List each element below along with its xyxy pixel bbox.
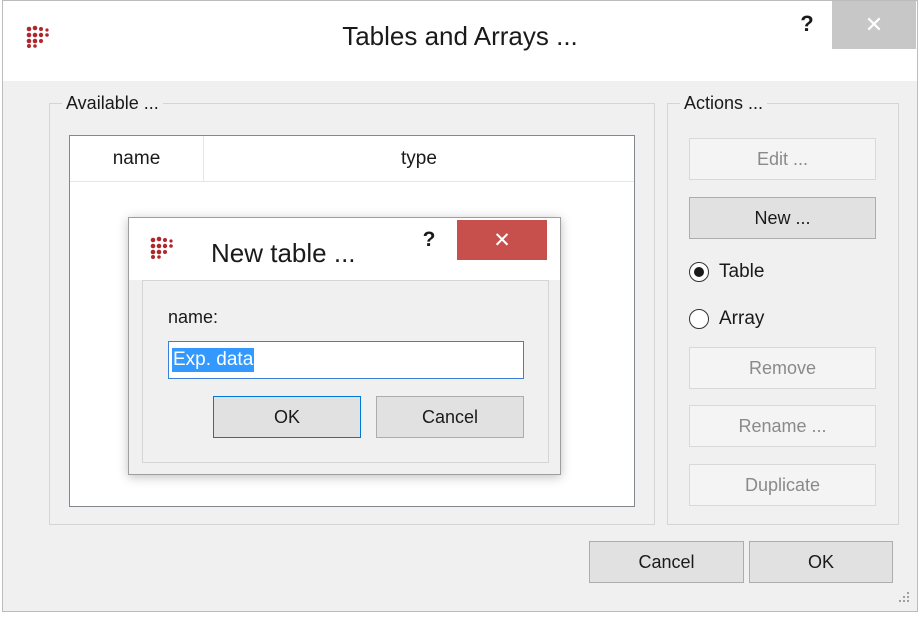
radio-unselected-icon[interactable] [689,309,709,329]
dialog-panel: name: Exp. data OK Cancel [142,280,549,463]
column-header-type[interactable]: type [204,136,634,182]
remove-button[interactable]: Remove [689,347,876,389]
close-icon: ✕ [864,12,884,37]
dialog-app-icon [150,236,173,259]
radio-table-option[interactable]: Table [689,259,764,285]
available-legend: Available ... [66,93,159,113]
window-title: Tables and Arrays ... [342,21,578,51]
main-window: Tables and Arrays ... ? ✕ Available ... … [2,0,918,612]
cancel-button[interactable]: Cancel [589,541,744,583]
duplicate-button[interactable]: Duplicate [689,464,876,506]
new-table-dialog: New table ... ? ✕ name: Exp. data OK Can… [128,217,561,475]
actions-legend: Actions ... [684,93,764,113]
dialog-cancel-button[interactable]: Cancel [376,396,524,438]
dialog-close-button[interactable]: ✕ [457,220,547,260]
rename-button[interactable]: Rename ... [689,405,876,447]
column-header-name[interactable]: name [70,136,204,182]
name-input-value: Exp. data [172,348,255,372]
dialog-help-icon[interactable]: ? [419,228,439,252]
help-icon[interactable]: ? [795,11,819,37]
radio-array-label: Array [719,308,765,329]
name-label: name: [168,307,219,327]
close-button[interactable]: ✕ [832,1,916,49]
title-bar: Tables and Arrays ... ? ✕ [3,1,917,81]
dialog-title-bar: New table ... ? ✕ [129,218,560,280]
new-button[interactable]: New ... [689,197,876,239]
name-input[interactable]: Exp. data [168,341,524,379]
resize-grip-icon[interactable] [893,586,911,604]
dialog-ok-button[interactable]: OK [213,396,361,438]
radio-array-option[interactable]: Array [689,306,764,332]
close-icon: ✕ [493,228,511,252]
edit-button[interactable]: Edit ... [689,138,876,180]
radio-table-label: Table [719,261,765,282]
dialog-title: New table ... [211,238,356,268]
ok-button[interactable]: OK [749,541,893,583]
radio-selected-icon[interactable] [689,262,709,282]
